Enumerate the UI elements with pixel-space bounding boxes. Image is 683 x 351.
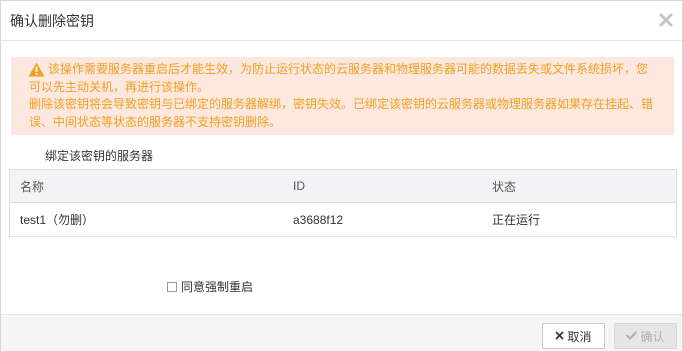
force-restart-label: 同意强制重启 (181, 280, 254, 294)
alert-text-unbind: 删除该密钥将会导致密钥与已绑定的服务器解绑，密钥失效。已绑定该密钥的云服务器或物… (29, 97, 654, 129)
alert-text-restart: 该操作需要服务器重启后才能生效，为防止运行状态的云服务器和物理服务器可能的数据丢… (29, 62, 649, 94)
server-name-cell: test1（勿删） (9, 202, 283, 237)
close-icon[interactable] (658, 12, 674, 28)
dialog-title: 确认删除密钥 (10, 13, 94, 29)
x-icon (555, 329, 567, 343)
confirm-button-label: 确认 (640, 329, 665, 344)
check-icon (626, 329, 640, 343)
warning-icon (28, 62, 45, 77)
column-header-id: ID (283, 169, 482, 203)
delete-key-dialog: 确认删除密钥 该操作需要服务器重启后才能生效，为防止运行状态的云服务器和物理服务… (0, 0, 683, 351)
column-header-name: 名称 (9, 169, 283, 203)
table-row: test1（勿删） a3688f12 正在运行 (9, 202, 677, 237)
cancel-button-label: 取消 (567, 329, 592, 344)
server-id-cell: a3688f12 (283, 202, 482, 237)
cancel-button[interactable]: 取消 (542, 323, 605, 349)
column-header-status: 状态 (482, 169, 677, 203)
server-status-cell: 正在运行 (482, 202, 677, 237)
bound-servers-label: 绑定该密钥的服务器 (45, 149, 154, 163)
dialog-footer: 取消 确认 (1, 314, 682, 351)
table-header-row: 名称 ID 状态 (9, 169, 677, 203)
force-restart-option[interactable]: 同意强制重启 (167, 278, 253, 295)
force-restart-checkbox[interactable] (167, 281, 177, 292)
servers-table: 名称 ID 状态 test1（勿删） a3688f12 正在运行 (9, 169, 677, 237)
confirm-button[interactable]: 确认 (614, 323, 677, 349)
dialog-header: 确认删除密钥 (1, 1, 682, 41)
warning-alert: 该操作需要服务器重启后才能生效，为防止运行状态的云服务器和物理服务器可能的数据丢… (11, 57, 674, 135)
